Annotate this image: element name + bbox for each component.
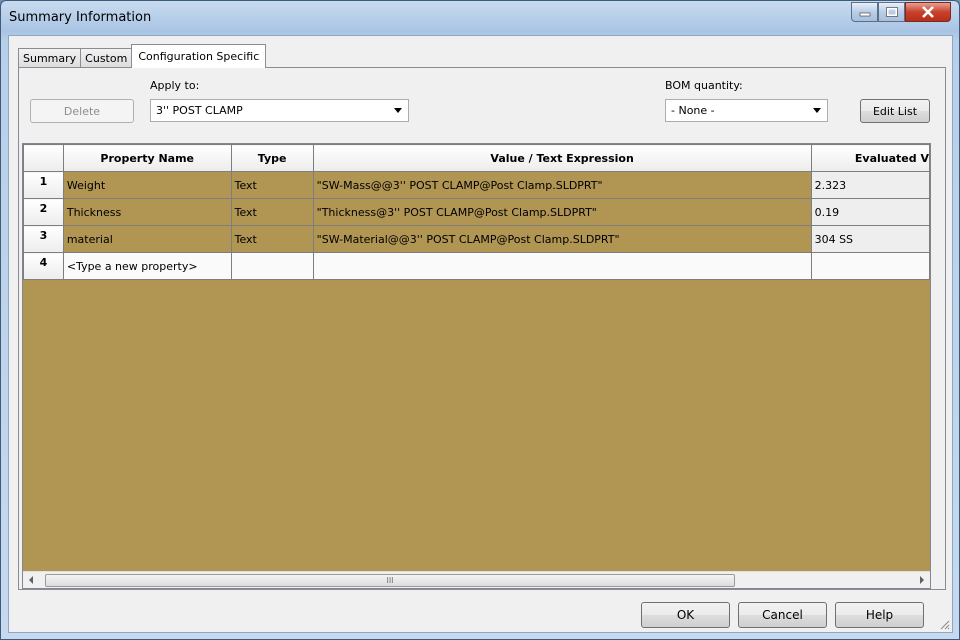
evaluated-value-cell: 0.19 <box>810 198 930 226</box>
tab-panel: Delete Apply to: 3'' POST CLAMP BOM quan… <box>18 67 946 590</box>
type-cell[interactable]: Text <box>230 198 314 226</box>
column-header-property-name[interactable]: Property Name <box>62 144 232 172</box>
evaluated-value-cell: 304 SS <box>810 225 930 253</box>
tab-custom[interactable]: Custom <box>80 48 133 68</box>
bom-quantity-label: BOM quantity: <box>665 79 743 92</box>
row-number[interactable]: 3 <box>23 225 64 253</box>
value-cell[interactable] <box>312 252 812 280</box>
column-header-value[interactable]: Value / Text Expression <box>312 144 812 172</box>
column-header-type[interactable]: Type <box>230 144 314 172</box>
apply-to-dropdown[interactable]: 3'' POST CLAMP <box>150 99 409 122</box>
cancel-button[interactable]: Cancel <box>738 602 827 628</box>
apply-to-label: Apply to: <box>150 79 200 92</box>
ok-button[interactable]: OK <box>641 602 730 628</box>
tab-configuration-specific[interactable]: Configuration Specific <box>131 44 267 68</box>
new-property-cell[interactable]: <Type a new property> <box>62 252 232 280</box>
dropdown-arrow-icon <box>394 108 402 113</box>
apply-to-value: 3'' POST CLAMP <box>156 104 243 117</box>
close-icon <box>922 6 934 18</box>
type-cell[interactable] <box>230 252 314 280</box>
close-button[interactable] <box>905 2 951 22</box>
scroll-left-icon[interactable] <box>29 576 33 584</box>
column-header-evaluated-value[interactable]: Evaluated V <box>810 144 930 172</box>
evaluated-value-cell <box>810 252 930 280</box>
value-cell[interactable]: "Thickness@3'' POST CLAMP@Post Clamp.SLD… <box>312 198 812 226</box>
dropdown-arrow-icon <box>813 108 821 113</box>
thumb-grip-icon: III <box>386 576 394 585</box>
maximize-button[interactable] <box>878 2 905 22</box>
tab-strip: Summary Custom Configuration Specific <box>18 44 267 68</box>
minimize-icon <box>859 12 870 17</box>
property-name-cell[interactable]: material <box>62 225 232 253</box>
edit-list-button[interactable]: Edit List <box>860 99 930 123</box>
horizontal-scrollbar[interactable]: III <box>23 571 930 588</box>
new-property-row[interactable]: 4 <Type a new property> <box>23 252 930 280</box>
row-number[interactable]: 2 <box>23 198 64 226</box>
bom-quantity-value: - None - <box>671 104 715 117</box>
column-header-corner[interactable] <box>23 144 64 172</box>
type-cell[interactable]: Text <box>230 225 314 253</box>
resize-grip-icon[interactable] <box>938 618 950 630</box>
property-name-cell[interactable]: Weight <box>62 171 232 199</box>
dialog-window: Summary Information Summary Custom Confi… <box>0 0 960 640</box>
maximize-icon <box>885 7 898 17</box>
value-cell[interactable]: "SW-Mass@@3'' POST CLAMP@Post Clamp.SLDP… <box>312 171 812 199</box>
window-controls <box>851 2 951 22</box>
properties-grid: Property Name Type Value / Text Expressi… <box>22 143 931 589</box>
type-cell[interactable]: Text <box>230 171 314 199</box>
table-row[interactable]: 2 Thickness Text "Thickness@3'' POST CLA… <box>23 198 930 226</box>
properties-table: Property Name Type Value / Text Expressi… <box>23 144 930 280</box>
scroll-right-icon[interactable] <box>920 576 924 584</box>
help-button[interactable]: Help <box>835 602 924 628</box>
value-cell[interactable]: "SW-Material@@3'' POST CLAMP@Post Clamp.… <box>312 225 812 253</box>
table-row[interactable]: 1 Weight Text "SW-Mass@@3'' POST CLAMP@P… <box>23 171 930 199</box>
title-bar[interactable]: Summary Information <box>1 1 959 35</box>
minimize-button[interactable] <box>851 2 878 22</box>
scrollbar-thumb[interactable]: III <box>45 574 735 587</box>
tab-summary[interactable]: Summary <box>18 48 82 68</box>
table-header-row: Property Name Type Value / Text Expressi… <box>23 144 930 172</box>
bom-quantity-dropdown[interactable]: - None - <box>665 99 828 122</box>
table-row[interactable]: 3 material Text "SW-Material@@3'' POST C… <box>23 225 930 253</box>
evaluated-value-cell: 2.323 <box>810 171 930 199</box>
row-number[interactable]: 1 <box>23 171 64 199</box>
dialog-body: Summary Custom Configuration Specific De… <box>8 35 953 633</box>
delete-button[interactable]: Delete <box>30 99 134 123</box>
window-title: Summary Information <box>9 10 152 25</box>
property-name-cell[interactable]: Thickness <box>62 198 232 226</box>
row-number[interactable]: 4 <box>23 252 64 280</box>
